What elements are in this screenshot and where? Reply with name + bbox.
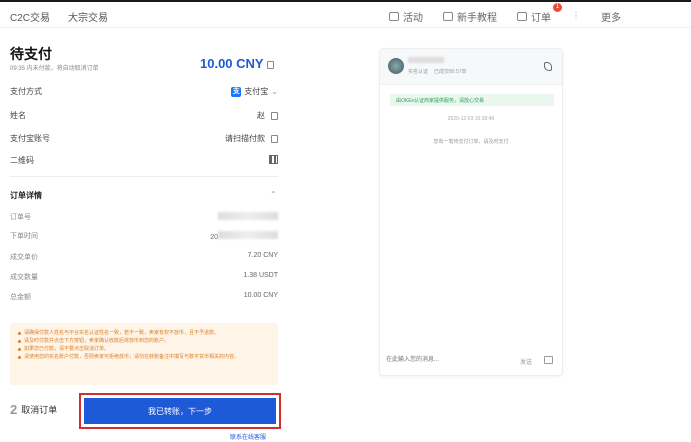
payment-method-select[interactable]: 支 支付宝 ⌄: [231, 86, 278, 97]
countdown-text: 09:35 内未付款，将自动取消订单: [10, 66, 99, 72]
nav-tutorial-label: 新手教程: [457, 13, 497, 24]
notice-item: 请及时付款并点击下方按钮，卖家确认收款后将放币到您的账户。: [18, 337, 270, 345]
payment-method-label: 支付方式: [10, 87, 42, 96]
cancel-label: 取消订单: [21, 405, 58, 415]
send-button[interactable]: 发送: [520, 357, 532, 366]
notice-box: 请确保付款人姓名与平台实名认证姓名一致，若不一致，卖家有权不放币，且不予退款。 …: [10, 323, 278, 385]
orders-badge: 1: [553, 3, 562, 12]
redacted-peer-name: [408, 57, 444, 63]
order-no-label: 订单号: [10, 214, 31, 221]
order-amount: 10.00 CNY: [200, 56, 274, 71]
system-message: 您有一笔待支付订单，请及时支付: [433, 139, 509, 145]
qrcode-row: 二维码: [10, 153, 278, 169]
qrcode-wrap: [269, 155, 278, 164]
peer-meta: 实名认证 已成交80.57单: [408, 68, 467, 75]
collapse-icon[interactable]: ⌃: [270, 190, 277, 199]
time-row: 下单时间 20: [10, 229, 278, 243]
price-row: 成交单价 7.20 CNY: [10, 250, 278, 264]
step-number: 2: [10, 402, 18, 417]
nav-orders[interactable]: 订单 1: [517, 3, 562, 24]
top-nav: C2C交易 大宗交易 活动 新手教程 订单 1 ⋮ 更多: [0, 0, 691, 28]
quantity-label: 成交数量: [10, 274, 38, 281]
nav-c2c[interactable]: C2C交易: [10, 9, 50, 24]
chevron-down-icon: ⌄: [271, 87, 278, 96]
nav-tutorial[interactable]: 新手教程: [443, 9, 497, 24]
copy-icon[interactable]: [271, 134, 278, 143]
time-label: 下单时间: [10, 233, 38, 240]
copy-icon[interactable]: [266, 60, 274, 69]
qrcode-icon[interactable]: [269, 155, 278, 164]
details-title: 订单详情: [10, 191, 42, 200]
chat-panel: 实名认证 已成交80.57单 由OKEx认证商家提供服务，请放心交易 2020-…: [379, 48, 563, 376]
amount-value: 10.00 CNY: [200, 56, 264, 71]
confirm-transfer-button[interactable]: 我已转账，下一步: [84, 398, 276, 424]
notice-item: 请确保付款人姓名与平台实名认证姓名一致，若不一致，卖家有权不放币，且不予退款。: [18, 329, 270, 337]
time-prefix: 20: [210, 234, 218, 241]
book-icon: [443, 12, 453, 21]
payment-method-value: 支付宝: [244, 87, 269, 96]
price-label: 成交单价: [10, 254, 38, 261]
page-title: 待支付: [10, 46, 52, 62]
name-value-wrap: 赵: [257, 110, 278, 121]
name-label: 姓名: [10, 111, 26, 120]
account-label: 支付宝账号: [10, 134, 50, 143]
quantity-row: 成交数量 1.38 USDT: [10, 270, 278, 284]
alipay-icon: 支: [231, 86, 242, 97]
image-upload-icon[interactable]: [544, 356, 553, 364]
notice-item: 请使用您的实名账户付款，否则卖家可拒绝放币；请勿在转账备注中填写与数字货币相关的…: [18, 353, 270, 361]
account-value: 请扫描付款: [225, 134, 265, 143]
redacted-order-no: [218, 212, 278, 220]
total-row: 总金额 10.00 CNY: [10, 290, 278, 304]
nav-activity-label: 活动: [403, 13, 423, 24]
verified-badge: 实名认证: [408, 69, 429, 75]
notice-item: 如果您已付款，请不要点击取消订单。: [18, 345, 270, 353]
chat-input[interactable]: [386, 354, 496, 366]
nav-more[interactable]: 更多: [601, 9, 621, 24]
safety-tip: 由OKEx认证商家提供服务，请放心交易: [390, 94, 554, 106]
phone-icon[interactable]: [544, 62, 552, 71]
nav-separator: ⋮: [571, 11, 581, 22]
order-no-value: [218, 212, 278, 222]
copy-icon[interactable]: [271, 111, 278, 120]
divider: [10, 176, 278, 177]
gift-icon: [389, 12, 399, 21]
notice-list: 请确保付款人姓名与平台实名认证姓名一致，若不一致，卖家有权不放币，且不予退款。 …: [18, 329, 270, 361]
price-value: 7.20 CNY: [247, 252, 278, 259]
order-no-row: 订单号: [10, 210, 278, 224]
avatar: [388, 58, 404, 74]
nav-right: 活动 新手教程 订单 1 ⋮ 更多: [389, 3, 621, 24]
account-value-wrap: 请扫描付款: [225, 133, 278, 144]
contact-support-link[interactable]: 联系在线客服: [230, 432, 266, 441]
cancel-order-button[interactable]: 2 取消订单: [10, 402, 57, 417]
total-value: 10.00 CNY: [243, 292, 278, 299]
nav-left: C2C交易 大宗交易: [10, 9, 108, 24]
quantity-value: 1.38 USDT: [243, 272, 278, 279]
name-value: 赵: [257, 111, 265, 120]
redacted-time: [218, 231, 278, 239]
time-value: 20: [210, 231, 278, 241]
total-label: 总金额: [10, 294, 31, 301]
chat-header: 实名认证 已成交80.57单: [380, 49, 562, 85]
chat-timestamp: 2020-12-03 10:39:49: [447, 116, 495, 122]
trade-count: 已成交80.57单: [434, 69, 467, 75]
confirm-highlight: 我已转账，下一步: [79, 393, 281, 429]
nav-activity[interactable]: 活动: [389, 9, 423, 24]
qrcode-label: 二维码: [10, 156, 34, 165]
payment-method-row: 支付方式 支 支付宝 ⌄: [10, 84, 278, 100]
nav-orders-label: 订单: [531, 13, 551, 24]
orders-icon: [517, 12, 527, 21]
account-row: 支付宝账号 请扫描付款: [10, 131, 278, 147]
nav-block-trade[interactable]: 大宗交易: [68, 9, 108, 24]
name-row: 姓名 赵: [10, 108, 278, 124]
